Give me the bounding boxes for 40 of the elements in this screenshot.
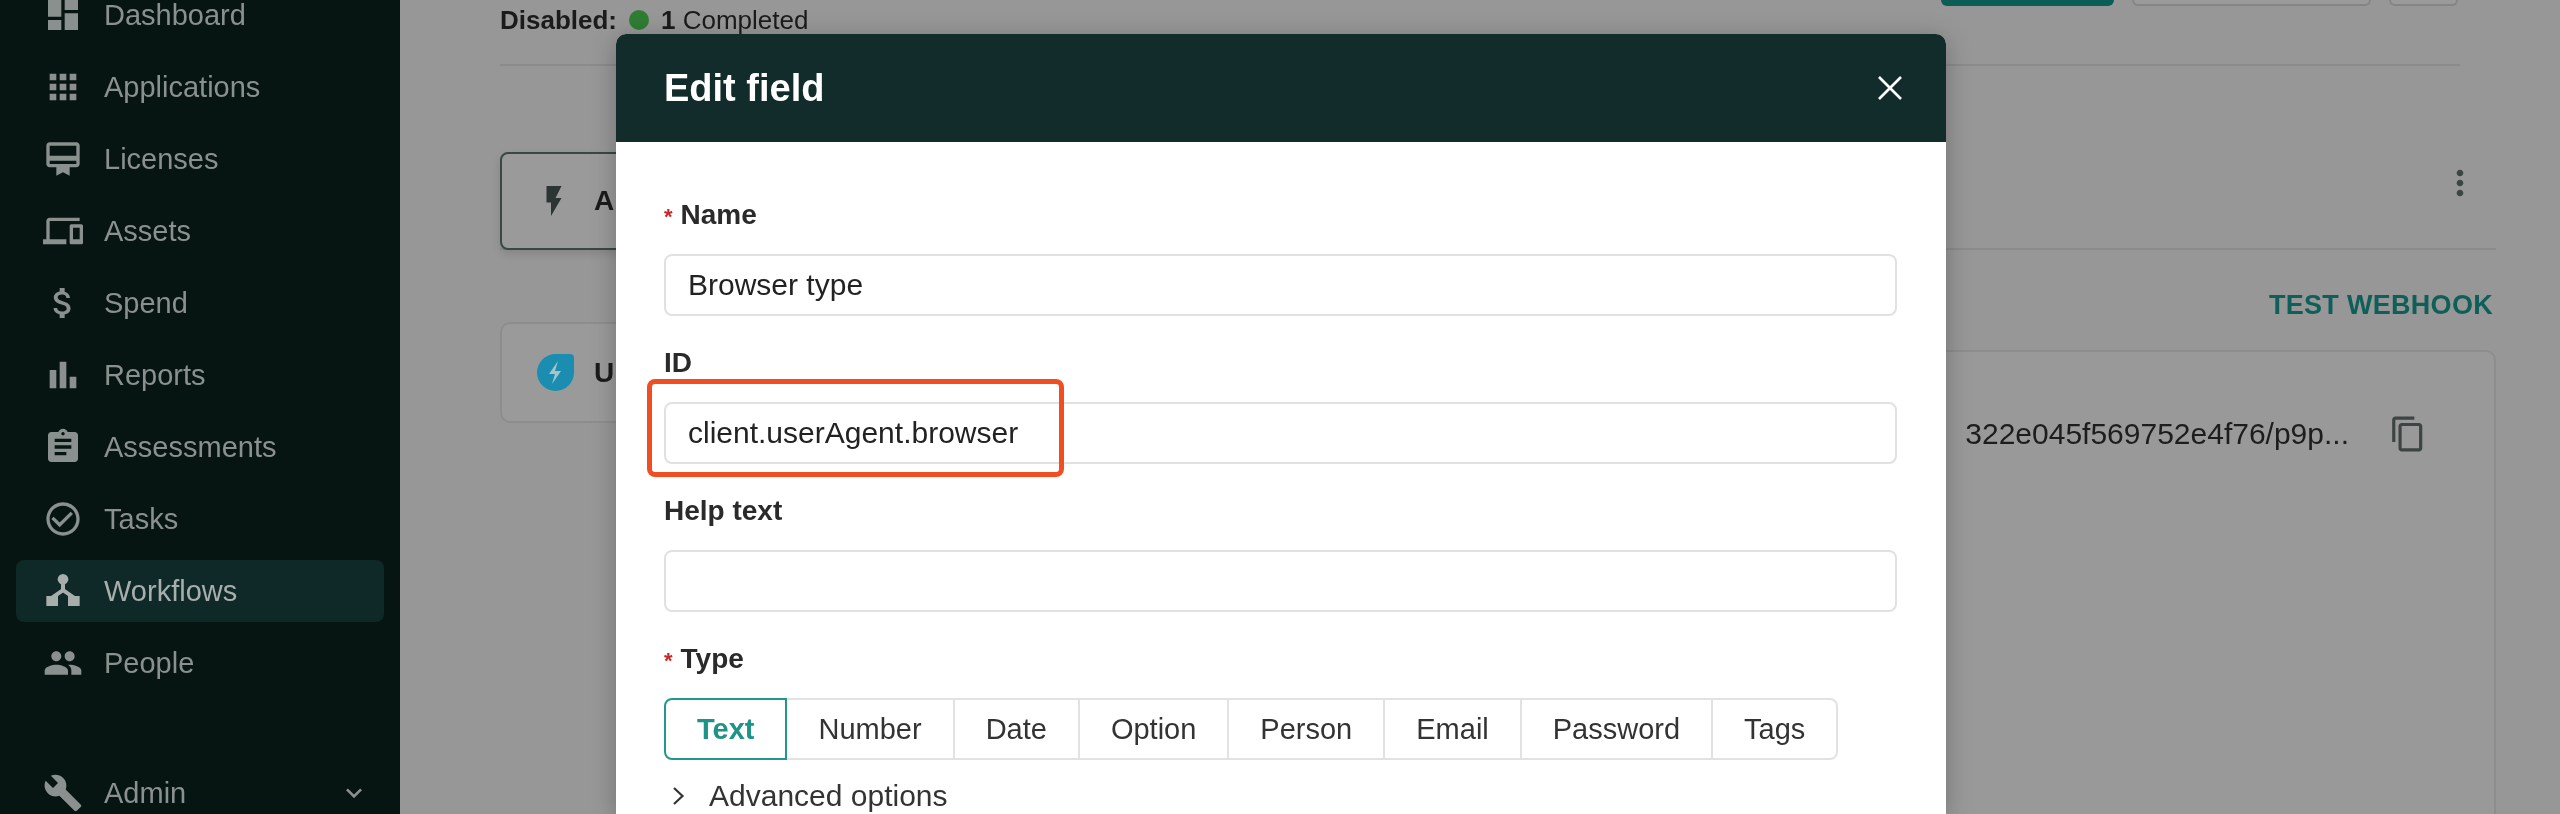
type-option[interactable]: Person	[1227, 698, 1386, 760]
input-field[interactable]	[664, 550, 1897, 612]
required-mark: *	[664, 203, 673, 231]
nav-item[interactable]: Reports	[16, 344, 384, 406]
close-icon	[1877, 75, 1903, 101]
primary-button[interactable]	[1941, 0, 2114, 6]
type-option[interactable]: Tags	[1711, 698, 1839, 760]
type-option[interactable]: Date	[952, 698, 1080, 760]
type-option[interactable]: Text	[664, 698, 788, 760]
nav-item[interactable]: Spend	[16, 272, 384, 334]
status-text: 1 Completed	[661, 6, 809, 34]
nav-item[interactable]: Tasks	[16, 488, 384, 550]
status-label: Disabled:	[500, 6, 618, 34]
nav-item[interactable]: Licenses	[16, 128, 384, 190]
dialog-title: Edit field	[664, 66, 825, 110]
nav-item[interactable]: Assessments	[16, 416, 384, 478]
required-mark: *	[664, 647, 673, 675]
type-option[interactable]: Password	[1519, 698, 1714, 760]
type-option[interactable]: Option	[1077, 698, 1230, 760]
input-field[interactable]: client.userAgent.browser	[664, 402, 1897, 464]
nav-item[interactable]: Applications	[16, 56, 384, 118]
field-label: ID	[664, 349, 692, 377]
field-label: Name	[680, 201, 757, 229]
advanced-options-toggle[interactable]: Advanced options	[664, 780, 948, 812]
type-option[interactable]: Number	[785, 698, 955, 760]
bolt-badge-icon	[537, 354, 574, 391]
input-field[interactable]: Browser type	[664, 254, 1897, 316]
card-ribbon-icon	[43, 139, 83, 179]
field-label: Type	[680, 645, 744, 673]
webhook-url: 322e045f569752e4f76/p9p...	[1965, 416, 2349, 452]
status-dot-icon	[629, 10, 650, 30]
nav-item[interactable]: Assets	[16, 200, 384, 262]
field-label: Help text	[664, 497, 783, 525]
nav-item[interactable]: Admin	[16, 762, 384, 814]
close-button[interactable]	[1877, 75, 1903, 101]
wrench-icon	[43, 773, 83, 813]
type-option[interactable]: Email	[1383, 698, 1522, 760]
nav-item[interactable]: Workflows	[16, 560, 384, 622]
nav-item[interactable]: People	[16, 632, 384, 694]
nav-item[interactable]: Dashboard	[16, 0, 384, 46]
